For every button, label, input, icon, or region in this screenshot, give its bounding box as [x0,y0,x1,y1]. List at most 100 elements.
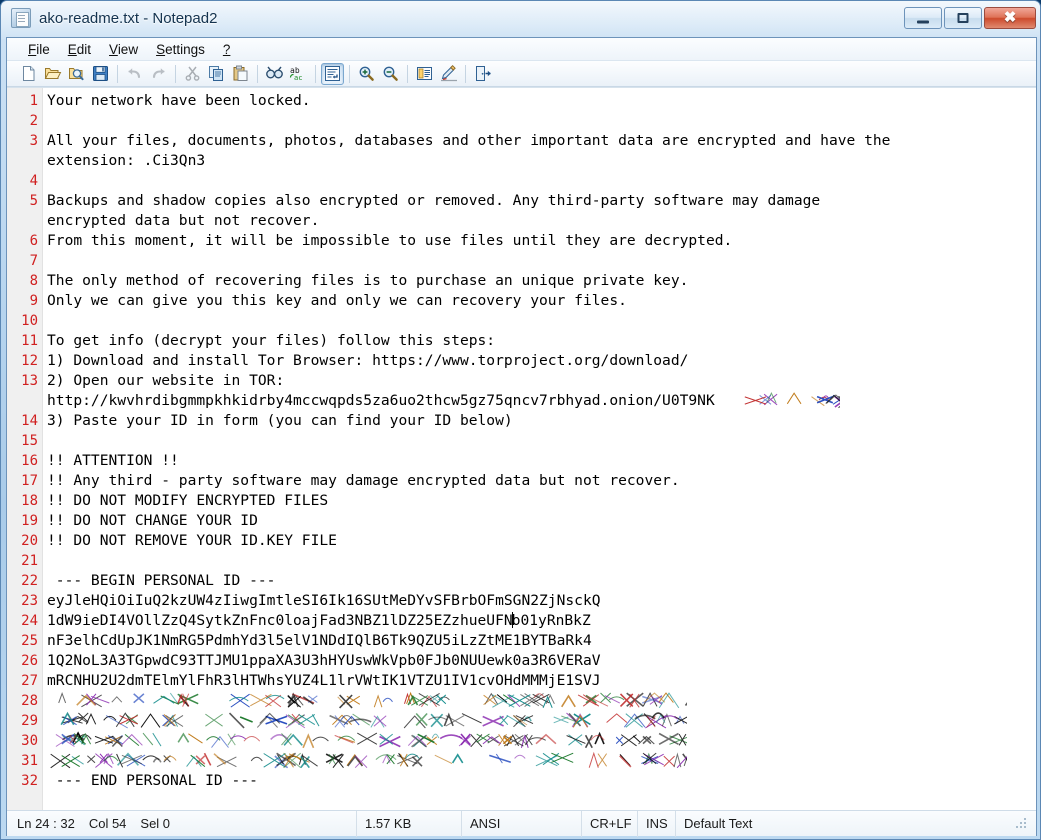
editor-line[interactable]: 3) Paste your ID in form (you can find y… [47,411,1036,431]
status-scheme[interactable]: Default Text [676,811,1036,837]
editor-line-text: nF3elhCdUpJK1NmRG5PdmhYd3l5elV1NDdIQlB6T… [47,632,592,649]
editor-line-text: 2) Open our website in TOR: [47,372,285,389]
status-insert-mode[interactable]: INS [638,810,676,837]
editor-line-text: !! ATTENTION !! [47,452,179,469]
editor-line-text: 1Q2NoL3A3TGpwdC93TTJMU1ppaXA3U3hHYUswWkV… [47,652,601,669]
editor-line-text: !! DO NOT CHANGE YOUR ID [47,512,258,529]
menu-bar: File Edit View Settings ? [7,38,1036,61]
editor-line-text: encrypted data but not recover. [47,212,320,229]
editor-line[interactable]: Backups and shadow copies also encrypted… [47,191,1036,211]
editor-line[interactable]: !! Any third - party software may damage… [47,471,1036,491]
undo-icon[interactable] [123,63,146,85]
menu-item-help[interactable]: ? [214,40,240,59]
minimize-icon [917,20,929,24]
resize-grip[interactable] [1016,816,1028,828]
file-browser-icon[interactable] [65,63,88,85]
editor-line-text-after-caret: b01yRnBkZ [511,612,591,629]
line-number: 26 [21,653,38,669]
editor-line[interactable]: The only method of recovering files is t… [47,271,1036,291]
editor-line[interactable]: 2) Open our website in TOR: [47,371,1036,391]
editor-line[interactable] [47,711,1036,731]
editor-line[interactable]: --- BEGIN PERSONAL ID --- [47,571,1036,591]
editor-line[interactable]: Your network have been locked. [47,91,1036,111]
word-wrap-icon[interactable] [321,62,344,85]
status-position[interactable]: Ln 24 : 32 Col 54 Sel 0 [7,810,357,837]
editor-line[interactable]: 1dW9ieDI4VOllZzQ4SytkZnFnc0loajFad3NBZ1l… [47,611,1036,631]
paste-icon[interactable] [229,63,252,85]
editor-line[interactable]: http://kwvhrdibgmmpkhkidrby4mccwqpds5za6… [47,391,1036,411]
line-number: 16 [21,453,38,469]
copy-icon[interactable] [205,63,228,85]
redaction-scribble [47,691,687,709]
replace-icon[interactable]: ab ac [287,63,310,85]
minimize-button[interactable] [904,7,942,29]
scheme-options-icon[interactable] [437,63,460,85]
editor-line[interactable] [47,311,1036,331]
toolbar-separator [175,64,176,83]
status-line-endings[interactable]: CR+LF [582,810,638,837]
status-selection: Sel 0 [140,816,171,831]
status-file-size: 1.57 KB [357,810,462,837]
cut-icon[interactable] [181,63,204,85]
line-number: 25 [21,633,38,649]
editor-line[interactable] [47,751,1036,771]
menu-item-settings[interactable]: Settings [147,40,214,59]
menu-item-file[interactable]: File [19,40,59,59]
text-editor[interactable]: 123·45·678910111213·14151617181920212223… [7,87,1036,810]
zoom-in-icon[interactable] [355,63,378,85]
status-encoding[interactable]: ANSI [462,810,582,837]
menu-item-edit[interactable]: Edit [59,40,100,59]
editor-line[interactable]: To get info (decrypt your files) follow … [47,331,1036,351]
editor-line[interactable]: Only we can give you this key and only w… [47,291,1036,311]
find-icon[interactable] [263,63,286,85]
redaction-scribble [47,731,687,749]
exit-icon[interactable] [471,63,494,85]
editor-line[interactable]: mRCNHU2U2dmTElmYlFhR3lHTWhsYUZ4L1lrVWtIK… [47,671,1036,691]
editor-line[interactable]: From this moment, it will be impossible … [47,231,1036,251]
line-number: 9 [29,293,38,309]
maximize-icon [957,13,969,23]
toolbar-separator [257,64,258,83]
line-number: 17 [21,473,38,489]
editor-line-text: 3) Paste your ID in form (you can find y… [47,412,513,429]
line-number: 18 [21,493,38,509]
editor-line[interactable]: 1) Download and install Tor Browser: htt… [47,351,1036,371]
line-number: 3 [29,133,38,149]
scheme-icon[interactable] [413,63,436,85]
redaction-scribble [715,391,840,409]
open-file-icon[interactable] [41,63,64,85]
editor-line-text: !! DO NOT REMOVE YOUR ID.KEY FILE [47,532,337,549]
text-content[interactable]: Your network have been locked. All your f… [43,88,1036,810]
editor-line[interactable] [47,731,1036,751]
editor-line[interactable]: nF3elhCdUpJK1NmRG5PdmhYd3l5elV1NDdIQlB6T… [47,631,1036,651]
redo-icon[interactable] [147,63,170,85]
editor-line[interactable]: !! DO NOT REMOVE YOUR ID.KEY FILE [47,531,1036,551]
line-number: 30 [21,733,38,749]
menu-item-view[interactable]: View [100,40,147,59]
editor-line[interactable] [47,251,1036,271]
toolbar-separator [407,64,408,83]
save-file-icon[interactable] [89,63,112,85]
editor-line[interactable] [47,431,1036,451]
zoom-out-icon[interactable] [379,63,402,85]
close-button[interactable]: ✖ [984,7,1036,29]
editor-line[interactable] [47,171,1036,191]
line-number: 14 [21,413,38,429]
editor-line[interactable]: encrypted data but not recover. [47,211,1036,231]
editor-line[interactable] [47,111,1036,131]
editor-line[interactable] [47,691,1036,711]
editor-line[interactable]: All your files, documents, photos, datab… [47,131,1036,151]
editor-line[interactable]: extension: .Ci3Qn3 [47,151,1036,171]
editor-line[interactable] [47,551,1036,571]
line-number: 27 [21,673,38,689]
title-bar[interactable]: ako-readme.txt - Notepad2 ✖ [1,1,1040,37]
editor-line[interactable]: !! DO NOT CHANGE YOUR ID [47,511,1036,531]
editor-line[interactable]: eyJleHQiOiIuQ2kzUW4zIiwgImtleSI6Ik16SUtM… [47,591,1036,611]
editor-line[interactable]: !! DO NOT MODIFY ENCRYPTED FILES [47,491,1036,511]
svg-text:ac: ac [294,74,302,82]
maximize-button[interactable] [944,7,982,29]
editor-line[interactable]: --- END PERSONAL ID --- [47,771,1036,791]
editor-line[interactable]: !! ATTENTION !! [47,451,1036,471]
new-file-icon[interactable] [17,63,40,85]
editor-line[interactable]: 1Q2NoL3A3TGpwdC93TTJMU1ppaXA3U3hHYUswWkV… [47,651,1036,671]
